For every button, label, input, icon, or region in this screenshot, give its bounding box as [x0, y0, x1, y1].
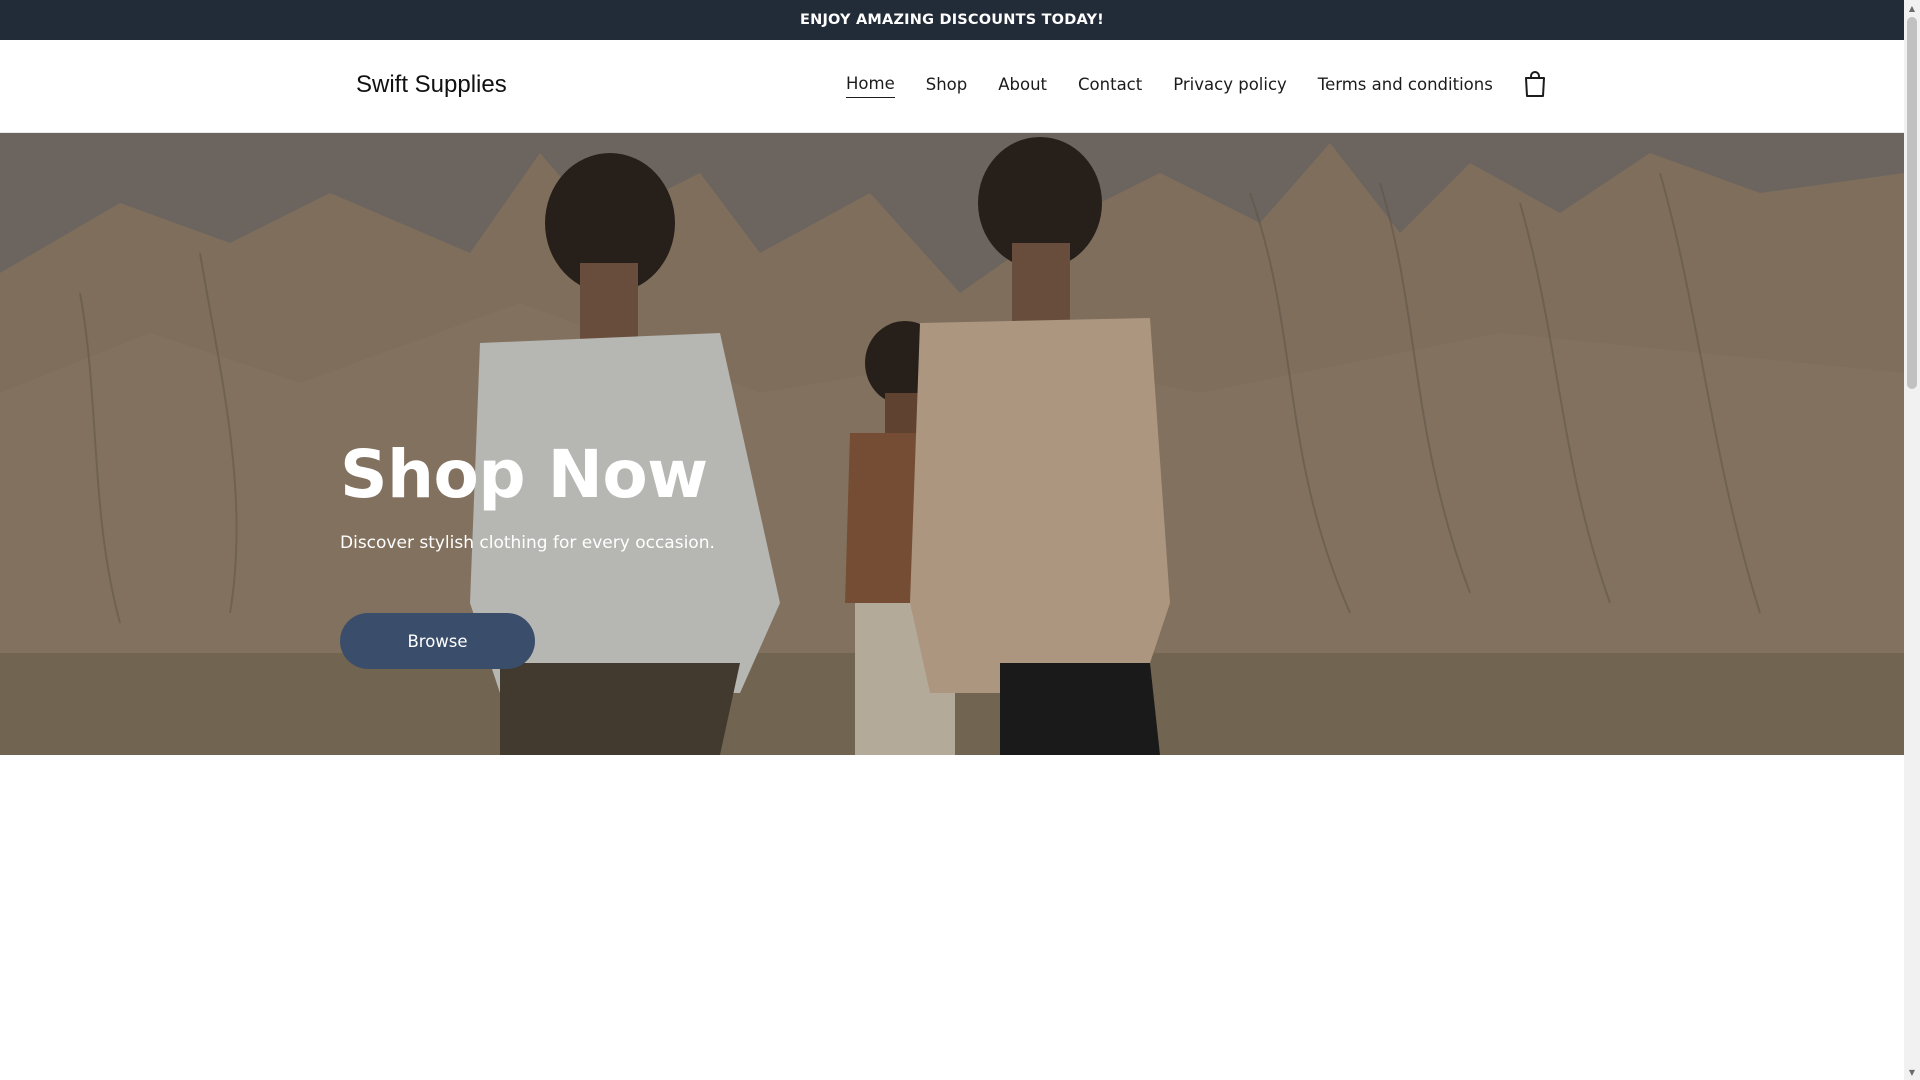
site-header: Swift Supplies Home Shop About Contact P… [0, 40, 1904, 133]
page-scrollbar[interactable]: ▲ ▼ [1904, 0, 1920, 1080]
cart-button[interactable] [1523, 70, 1547, 98]
scroll-up-arrow-icon[interactable]: ▲ [1904, 0, 1920, 16]
nav-link-about[interactable]: About [998, 75, 1047, 98]
brand-logo[interactable]: Swift Supplies [356, 71, 507, 99]
scroll-down-arrow-icon[interactable]: ▼ [1904, 1064, 1920, 1080]
hero-subtitle: Discover stylish clothing for every occa… [340, 533, 715, 553]
nav-link-shop[interactable]: Shop [926, 75, 968, 98]
announcement-bar: ENJOY AMAZING DISCOUNTS TODAY! [0, 0, 1904, 40]
browse-button[interactable]: Browse [340, 613, 535, 669]
content-area [0, 755, 1904, 1080]
main-nav: Home Shop About Contact Privacy policy T… [846, 74, 1524, 98]
announcement-text: ENJOY AMAZING DISCOUNTS TODAY! [800, 12, 1104, 28]
nav-link-contact[interactable]: Contact [1078, 75, 1142, 98]
nav-link-home[interactable]: Home [846, 74, 895, 98]
scrollbar-thumb[interactable] [1907, 17, 1917, 389]
hero-title: Shop Now [340, 436, 708, 513]
shopping-bag-icon [1525, 71, 1545, 97]
hero-overlay [0, 133, 1904, 755]
hero-banner: Shop Now Discover stylish clothing for e… [0, 133, 1904, 755]
nav-link-terms-and-conditions[interactable]: Terms and conditions [1318, 75, 1493, 98]
nav-link-privacy-policy[interactable]: Privacy policy [1173, 75, 1287, 98]
